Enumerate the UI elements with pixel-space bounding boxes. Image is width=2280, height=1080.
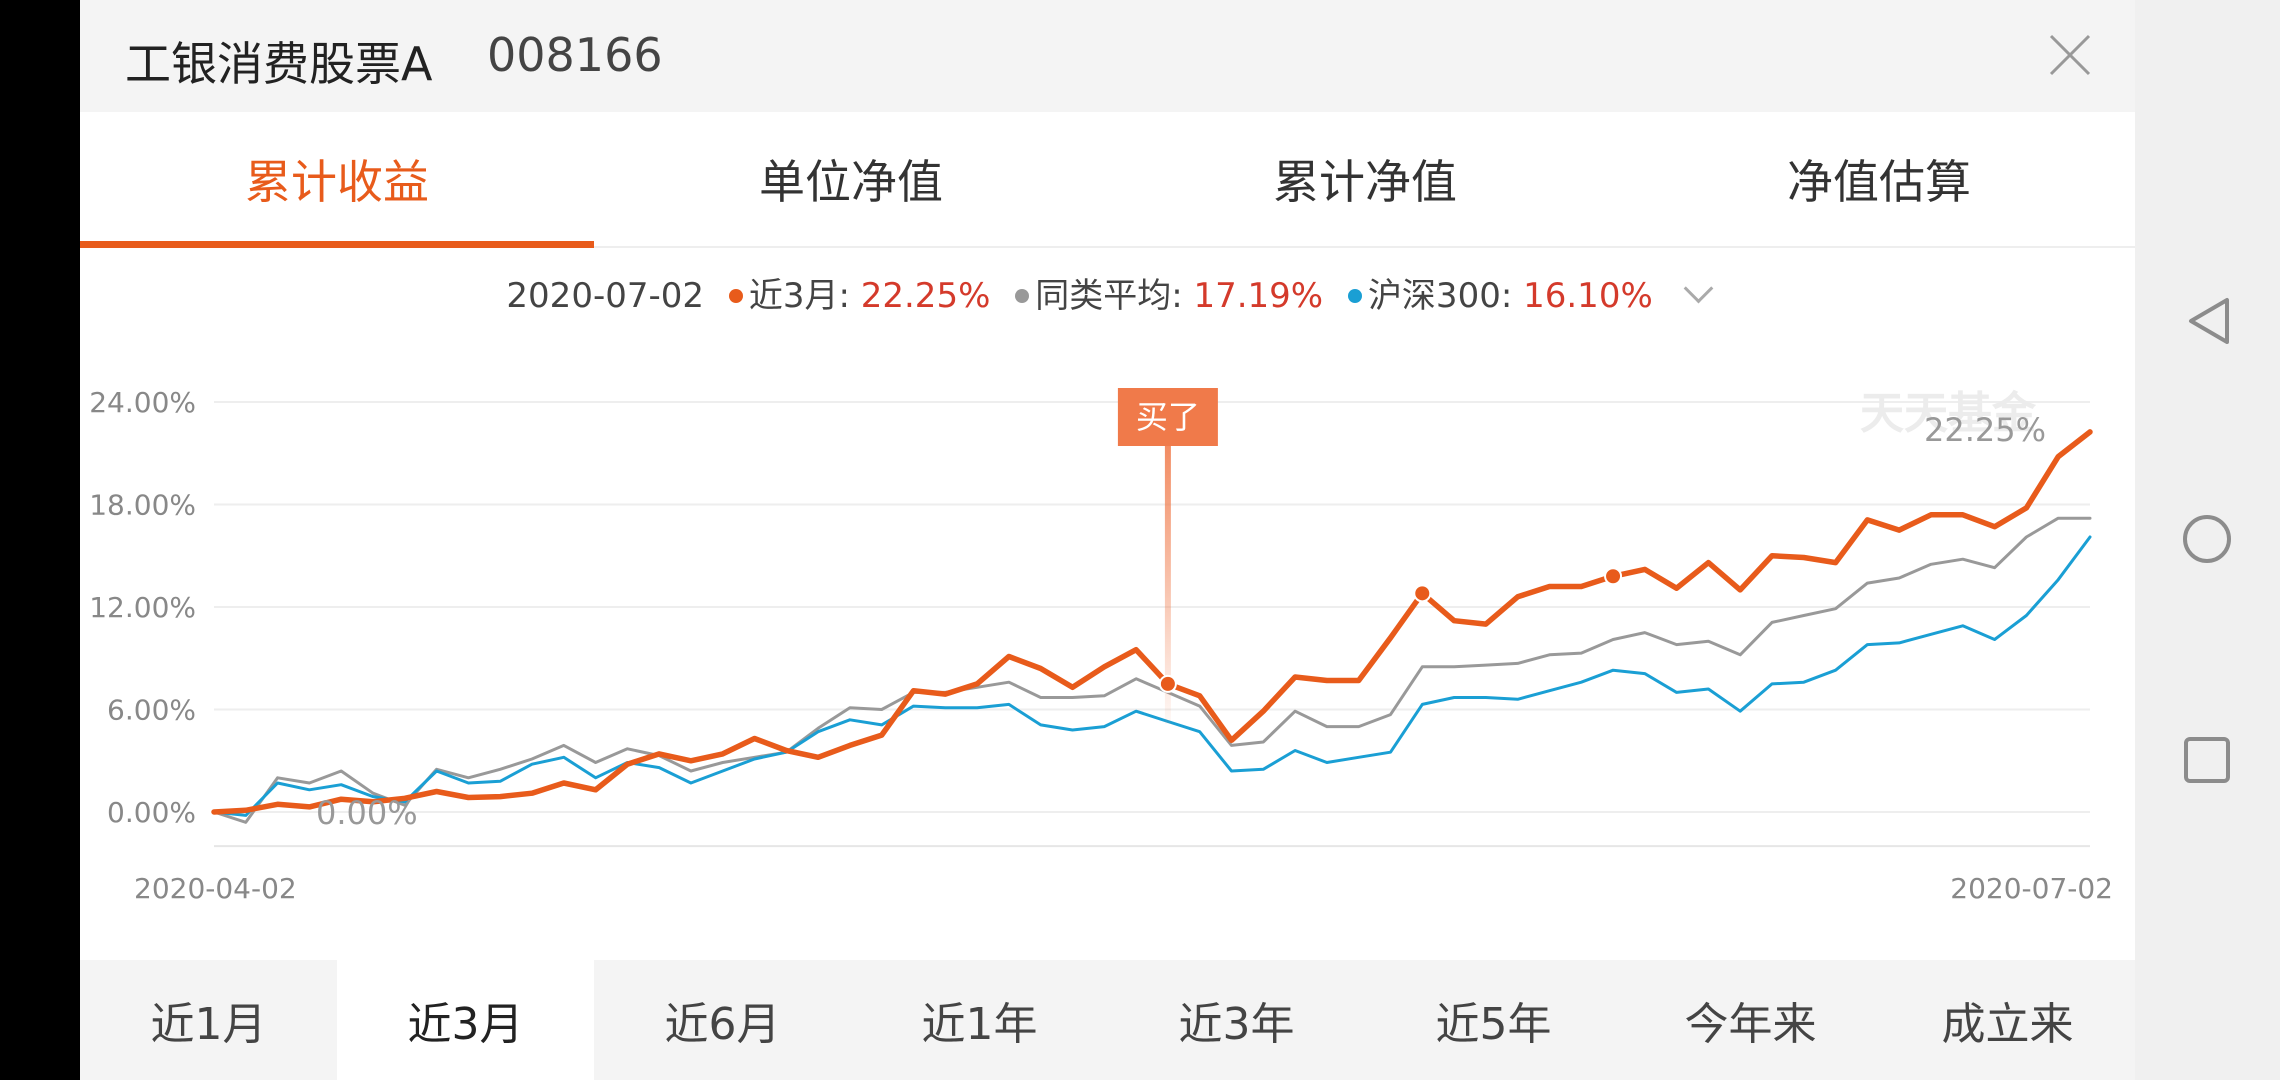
y-tick-label: 24.00%: [89, 386, 196, 419]
legend-name-csi300: 沪深300: [1367, 276, 1501, 316]
legend-value-csi300: 16.10%: [1523, 276, 1653, 316]
range-1-month[interactable]: 近1月: [80, 960, 337, 1080]
system-navigation-bar: [2135, 0, 2280, 1080]
time-range-selector: 近1月 近3月 近6月 近1年 近3年 近5年 今年来 成立来: [80, 960, 2135, 1080]
x-start-date: 2020-04-02: [134, 872, 297, 905]
chevron-down-icon[interactable]: [1683, 273, 1713, 304]
range-label: 成立来: [1941, 999, 2074, 1050]
chart-grid: [214, 401, 2090, 848]
cumulative-return-chart[interactable]: 天天基金 24.00%18.00%12.00%6.00%0.00% 买了 0.0…: [80, 370, 2135, 910]
y-tick-label: 0.00%: [107, 796, 196, 829]
legend-value-fund: 22.25%: [860, 276, 991, 316]
range-label: 近3月: [407, 999, 524, 1050]
tab-cumulative-nav[interactable]: 累计净值: [1108, 112, 1622, 246]
range-label: 近5年: [1435, 999, 1552, 1050]
range-year-to-date[interactable]: 今年来: [1622, 960, 1879, 1080]
y-tick-label: 18.00%: [89, 489, 196, 522]
legend-dot-csi300: [1347, 288, 1362, 303]
range-1-year[interactable]: 近1年: [851, 960, 1108, 1080]
range-6-months[interactable]: 近6月: [594, 960, 851, 1080]
fund-chart-panel: 工银消费股票A 008166 累计收益 单位净值 累计净值 净值估算 2020-…: [80, 0, 2135, 1080]
range-label: 近1年: [921, 999, 1038, 1050]
panel-header: 工银消费股票A 008166: [80, 0, 2135, 112]
y-tick-label: 12.00%: [89, 591, 196, 624]
chart-legend: 2020-07-02 近3月: 22.25% 同类平均: 17.19% 沪深30…: [80, 268, 2135, 317]
tab-cumulative-return[interactable]: 累计收益: [80, 112, 594, 248]
trade-marker-dot[interactable]: [1604, 567, 1623, 586]
range-since-inception[interactable]: 成立来: [1879, 960, 2135, 1080]
legend-dot-peer-average: [1015, 288, 1030, 303]
chart-series-lines: [211, 429, 2093, 824]
tab-unit-nav[interactable]: 单位净值: [594, 112, 1108, 246]
y-tick-label: 6.00%: [107, 694, 196, 727]
series-line-fund: [211, 429, 2093, 815]
start-value-label: 0.00%: [316, 794, 418, 832]
trade-marker-dot[interactable]: [1413, 584, 1432, 603]
range-label: 近1月: [150, 999, 267, 1050]
legend-value-peer-average: 17.19%: [1193, 276, 1324, 316]
tab-label: 累计收益: [245, 155, 429, 209]
fund-code: 008166: [487, 28, 663, 82]
range-label: 今年来: [1684, 999, 1817, 1050]
active-tab-underline: [80, 241, 594, 248]
trade-marker-dot[interactable]: [1158, 674, 1177, 693]
chart-markers: 买了: [1117, 388, 1623, 724]
legend-date: 2020-07-02: [506, 276, 705, 316]
legend-name-fund: 近3月: [748, 276, 839, 316]
tab-label: 累计净值: [1273, 155, 1457, 209]
buy-marker-label: 买了: [1136, 398, 1200, 436]
tab-label: 单位净值: [759, 155, 943, 209]
fund-name: 工银消费股票A: [125, 37, 433, 91]
y-axis-labels: 24.00% 18.00% 12.00% 6.00% 0.00%: [89, 386, 196, 829]
range-3-years[interactable]: 近3年: [1108, 960, 1365, 1080]
range-label: 近6月: [664, 999, 781, 1050]
left-black-bar: [0, 0, 80, 1080]
legend-dot-fund: [728, 288, 743, 303]
end-value-label: 22.25%: [1924, 411, 2046, 449]
x-end-date: 2020-07-02: [1950, 872, 2113, 905]
close-icon[interactable]: [2045, 30, 2095, 80]
home-circle-icon[interactable]: [2183, 515, 2231, 563]
recents-square-icon[interactable]: [2184, 737, 2230, 783]
chart-type-tabs: 累计收益 单位净值 累计净值 净值估算: [80, 112, 2135, 248]
range-label: 近3年: [1178, 999, 1295, 1050]
range-3-months[interactable]: 近3月: [337, 960, 594, 1080]
legend-name-peer-average: 同类平均: [1035, 276, 1172, 316]
back-triangle-icon[interactable]: [2187, 296, 2231, 346]
tab-label: 净值估算: [1787, 155, 1971, 209]
series-line-csi300: [212, 535, 2092, 817]
range-5-years[interactable]: 近5年: [1365, 960, 1622, 1080]
tab-nav-estimate[interactable]: 净值估算: [1622, 112, 2135, 246]
